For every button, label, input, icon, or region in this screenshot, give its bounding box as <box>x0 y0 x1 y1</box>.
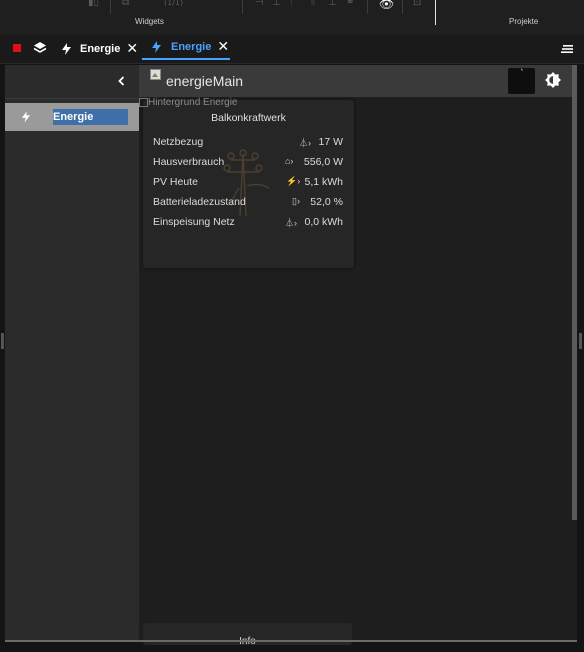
align-left-icon[interactable]: ⊣ <box>255 0 264 8</box>
export-icon[interactable]: ⊡ <box>413 0 421 8</box>
horizontal-scrollbar[interactable] <box>5 640 577 642</box>
row-value: 556,0 W <box>303 156 343 168</box>
card-row-pv-heute: PV Heute ⚡› 5,1 kWh <box>153 176 343 192</box>
left-resize-handle[interactable] <box>1 333 4 349</box>
solar-icon: ⚡› <box>286 176 301 186</box>
close-tab-icon[interactable]: ✕ <box>126 40 138 57</box>
tab-label: Energie <box>171 40 212 53</box>
card-title: Balkonkraftwerk <box>211 112 286 124</box>
tower-import-icon: ⏃› <box>299 138 311 148</box>
align-bottom-icon[interactable]: ⊥ <box>328 0 337 8</box>
paste-icon[interactable]: ▮▯ <box>88 0 99 8</box>
layers-icon[interactable] <box>33 41 47 55</box>
sidebar-item-label: Energie <box>53 109 128 125</box>
broken-image-icon <box>139 97 148 107</box>
row-label: Hausverbrauch <box>153 156 225 168</box>
row-label: Netzbezug <box>153 136 204 148</box>
view-badge[interactable]: ` <box>508 68 535 94</box>
toolbar-divider <box>367 0 368 14</box>
row-value: 5,1 kWh <box>304 176 343 188</box>
card-row-netzbezug: Netzbezug ⏃› 17 W <box>153 136 343 152</box>
row-value: 0,0 kWh <box>304 216 343 228</box>
toolbar-divider <box>242 0 243 14</box>
tab-energie-2[interactable]: Energie ✕ <box>142 35 230 60</box>
bolt-icon <box>152 40 161 53</box>
toolbar-divider <box>402 0 403 14</box>
toolbar-section-widgets: Widgets <box>135 17 164 26</box>
background-image-alt: Hintergrund Energie <box>139 97 238 108</box>
top-toolbar: ▮▯ ⧉ (1/1) ⊣ ⊥ ⫶ ⫪ ⊥ ⚭ 👁 ⊡ Widgets Proje… <box>0 0 584 35</box>
align-center-icon[interactable]: ⊥ <box>272 0 281 8</box>
tower-export-icon: ⏃› <box>285 218 297 228</box>
tab-bar: Energie ✕ Energie ✕ <box>0 35 584 64</box>
sidebar-item-energie[interactable]: Energie <box>5 103 139 131</box>
row-label: PV Heute <box>153 176 198 188</box>
vertical-scrollbar[interactable] <box>572 65 577 520</box>
menu-icon[interactable] <box>561 44 573 54</box>
align-middle-icon[interactable]: ⫪ <box>310 0 316 8</box>
group-icon[interactable]: ⚭ <box>346 0 354 8</box>
row-value: 17 W <box>318 136 343 148</box>
card-row-einspeisung-netz: Einspeisung Netz ⏃› 0,0 kWh <box>153 216 343 232</box>
sidebar-header <box>5 65 139 99</box>
copy-icon[interactable]: ⧉ <box>122 0 129 8</box>
card-row-batterieladezustand: Batterieladezustand ▯› 52,0 % <box>153 196 343 212</box>
broken-image-icon <box>150 69 161 80</box>
house-icon: ⌂› <box>285 156 294 166</box>
row-label: Batterieladezustand <box>153 196 246 208</box>
counter-text: (1/1) <box>164 0 184 7</box>
row-value: 52,0 % <box>310 196 343 208</box>
tab-label: Energie <box>80 42 121 55</box>
eye-icon[interactable]: 👁 <box>379 0 394 10</box>
theme-toggle-icon[interactable] <box>545 72 561 88</box>
view-title: energieMain <box>166 73 244 89</box>
right-resize-handle[interactable] <box>579 333 582 349</box>
toolbar-section-projekte: Projekte <box>509 17 539 26</box>
toolbar-divider <box>110 0 111 14</box>
bolt-icon <box>22 111 30 123</box>
view-header: energieMain ` <box>139 65 577 97</box>
record-stop-icon[interactable] <box>13 44 21 52</box>
energy-card: Hintergrund Energie Balkonkraftwerk Netz… <box>139 97 354 268</box>
battery-icon: ▯› <box>292 196 300 206</box>
distribute-icon[interactable]: ⫶ <box>290 0 293 8</box>
tab-energie-1[interactable]: Energie ✕ <box>62 35 138 62</box>
toolbar-separator-line <box>435 0 436 25</box>
card-row-hausverbrauch: Hausverbrauch ⌂› 556,0 W <box>153 156 343 172</box>
chevron-left-icon[interactable] <box>118 76 125 86</box>
row-label: Einspeisung Netz <box>153 216 235 228</box>
sidebar: Energie <box>5 65 139 642</box>
bolt-icon <box>62 42 71 55</box>
close-tab-icon[interactable]: ✕ <box>217 38 229 55</box>
